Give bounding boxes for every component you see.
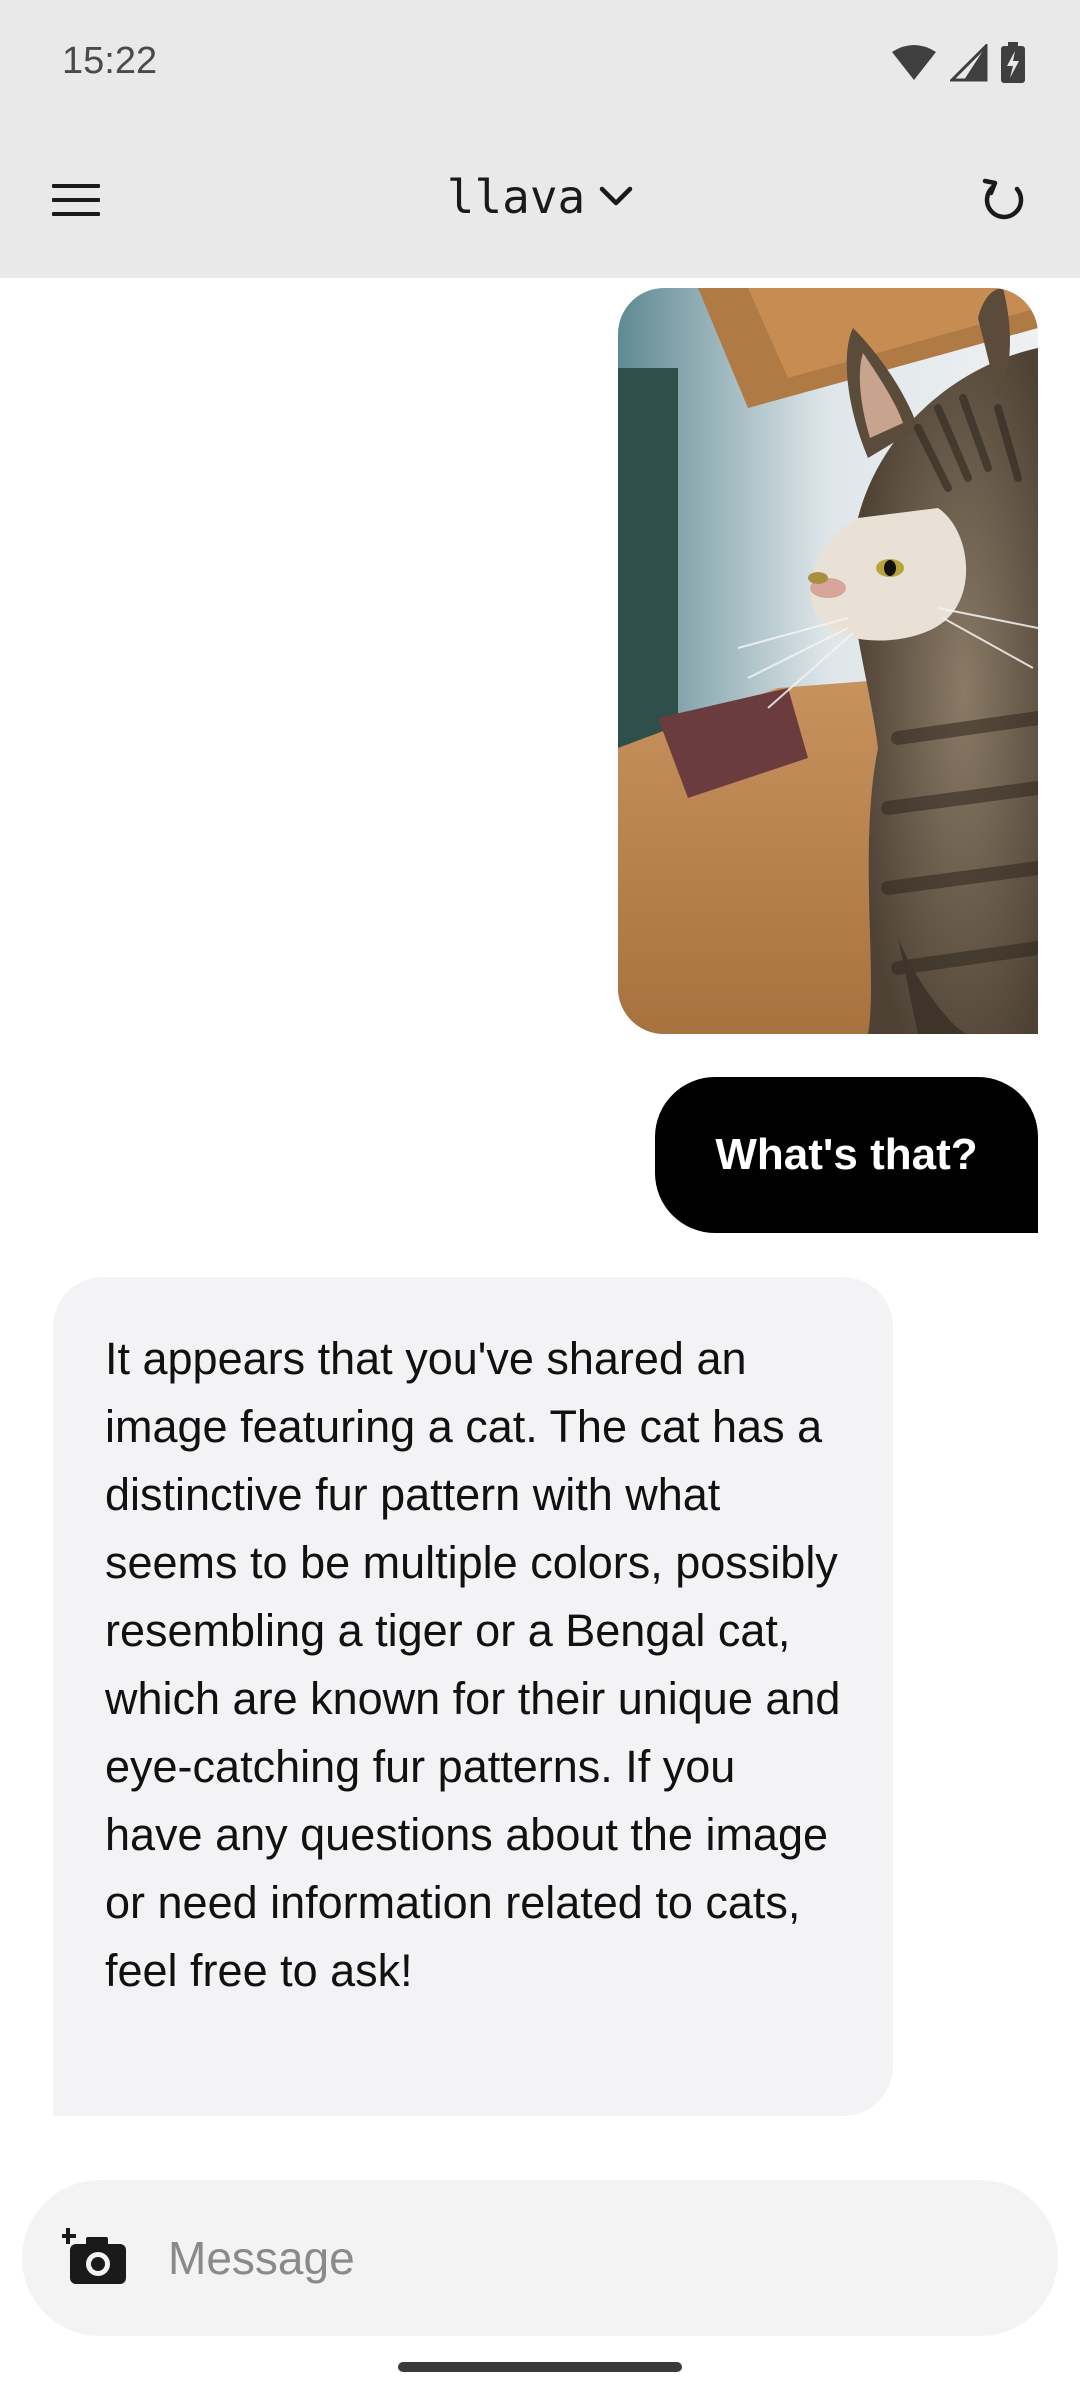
refresh-icon <box>982 178 1024 220</box>
app-bar: llava <box>0 140 1080 260</box>
chevron-down-icon <box>599 186 633 206</box>
cat-image <box>618 288 1038 1034</box>
cell-signal-icon <box>950 44 988 82</box>
home-indicator[interactable] <box>398 2362 682 2372</box>
user-message-bubble: What's that? <box>655 1077 1038 1233</box>
message-composer <box>22 2180 1058 2336</box>
status-icons <box>890 42 1026 84</box>
status-time: 15:22 <box>62 40 158 82</box>
add-photo-button[interactable] <box>60 2226 132 2290</box>
top-bar: 15:22 llava <box>0 0 1080 278</box>
battery-charging-icon <box>1001 42 1025 83</box>
model-selector[interactable]: llava <box>0 170 1080 224</box>
message-input[interactable] <box>168 2180 988 2336</box>
wifi-icon <box>892 45 936 80</box>
shared-cat-photo[interactable] <box>618 288 1038 1034</box>
add-photo-camera-icon <box>60 2228 126 2284</box>
refresh-button[interactable] <box>972 168 1036 232</box>
model-title: llava <box>446 170 586 224</box>
assistant-message-bubble: It appears that you've shared an image f… <box>53 1277 893 2116</box>
